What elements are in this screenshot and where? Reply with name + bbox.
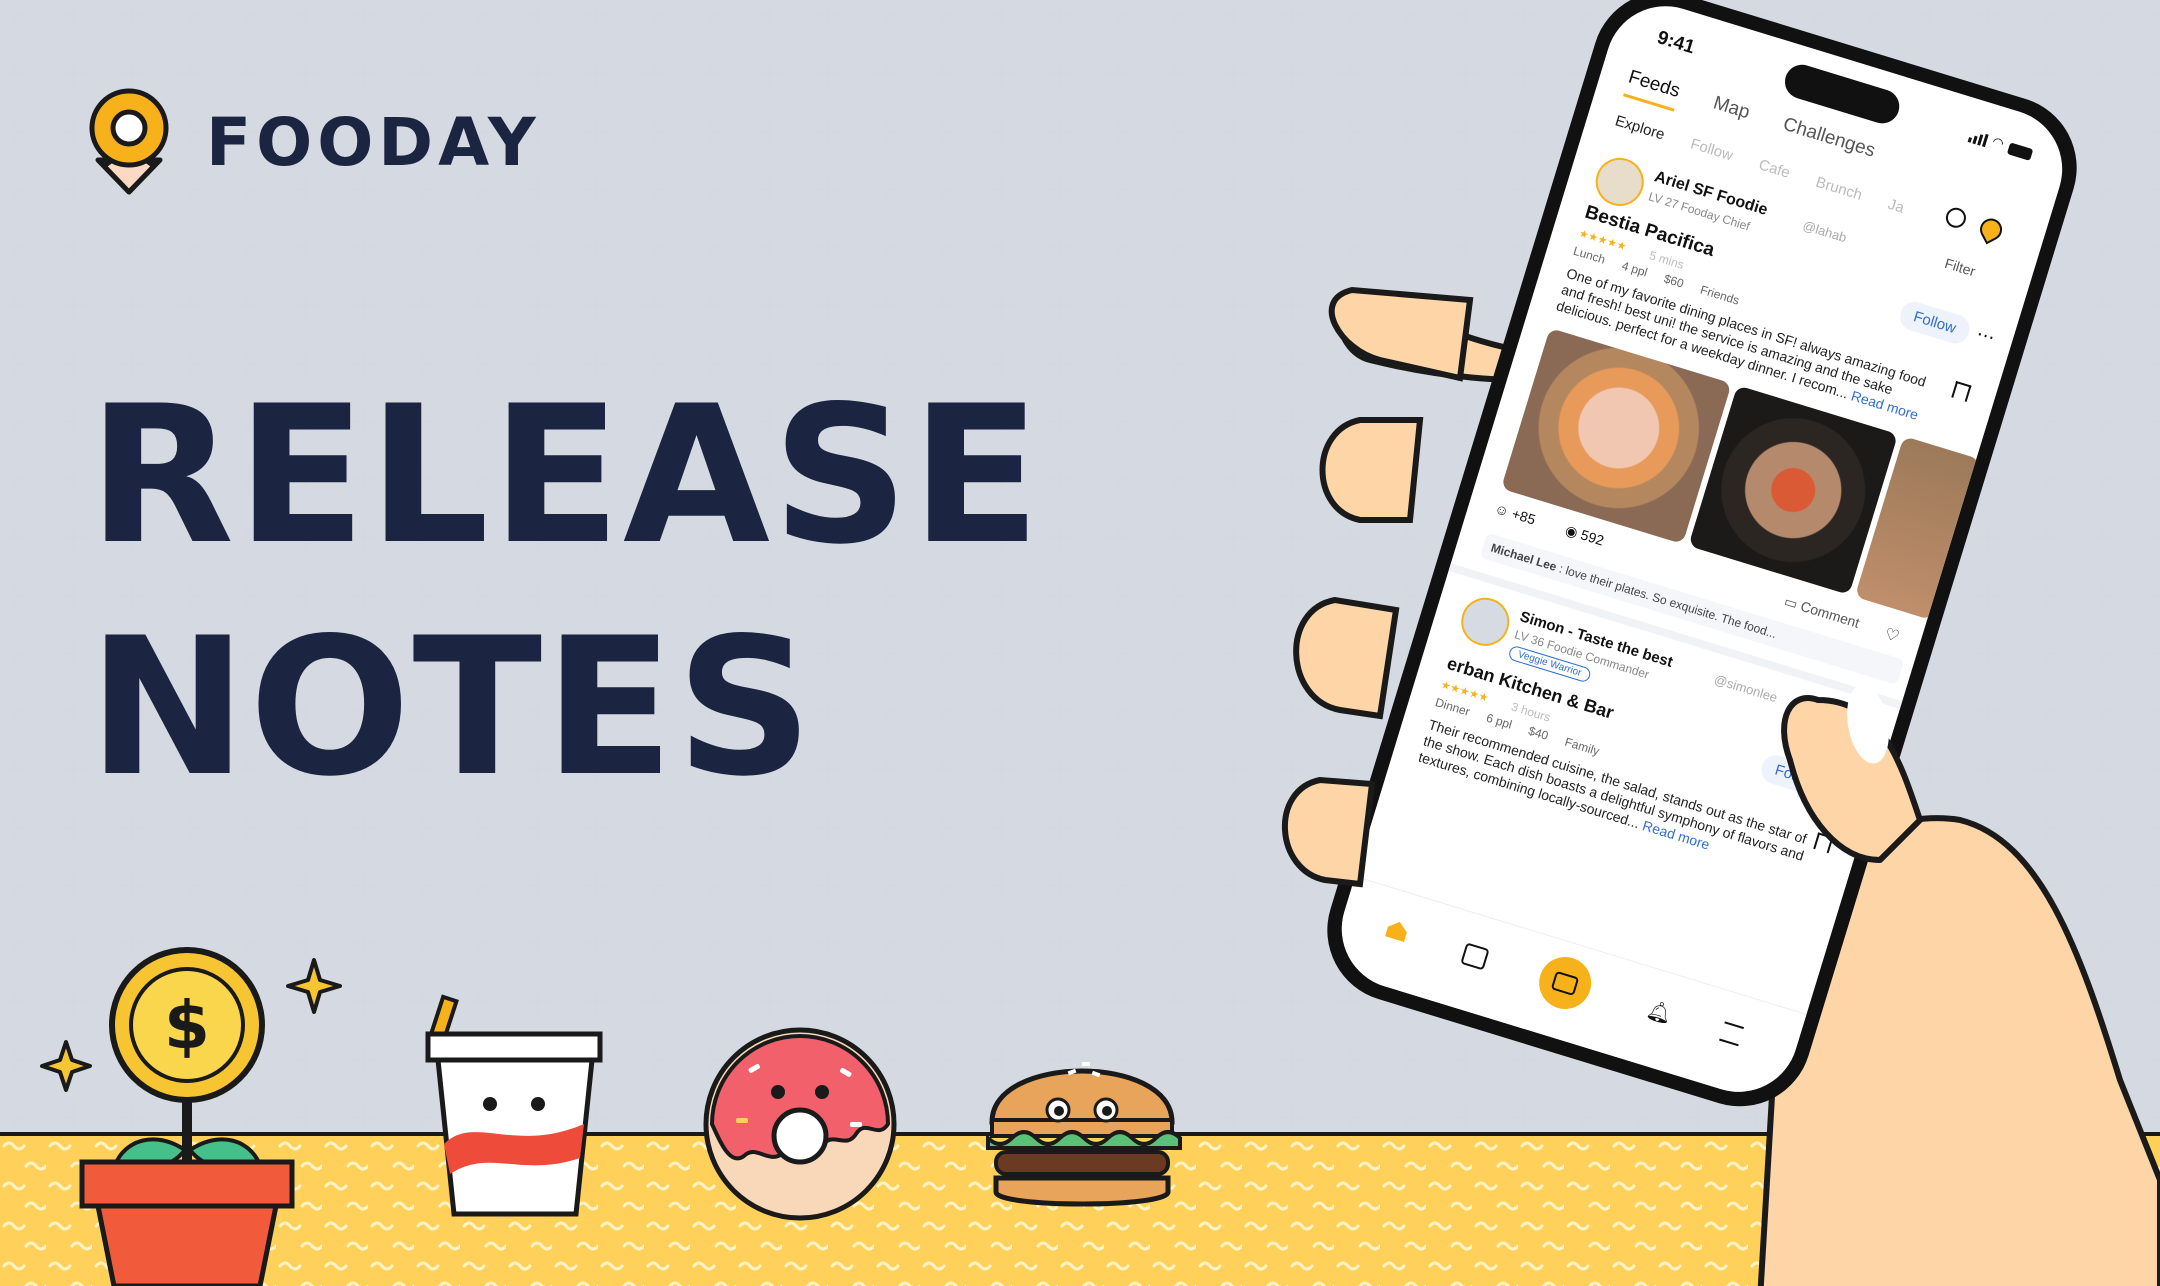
reaction-icon[interactable]: ☺ — [1493, 500, 1511, 519]
nav-menu-icon[interactable] — [1719, 1021, 1745, 1047]
nav-bell-icon[interactable]: 🔔︎ — [1644, 997, 1676, 1028]
subtab-explore[interactable]: Explore — [1613, 112, 1667, 143]
subtab-cafe[interactable]: Cafe — [1757, 156, 1792, 182]
filter-button[interactable]: Filter — [1943, 255, 1977, 279]
tab-feeds[interactable]: Feeds — [1622, 66, 1683, 112]
eye-icon: ◉ — [1563, 521, 1580, 541]
post1-comment-author[interactable]: Michael Lee — [1489, 541, 1558, 574]
post2-party: 6 ppl — [1484, 710, 1514, 732]
subtab-follow[interactable]: Follow — [1688, 135, 1734, 164]
post1-follow-button[interactable]: Follow — [1896, 298, 1974, 347]
post1-meal: Lunch — [1571, 243, 1608, 267]
post2-more-icon[interactable]: ⋯ — [1835, 777, 1859, 802]
subtab-brunch[interactable]: Brunch — [1814, 174, 1864, 204]
wifi-icon: ◠ — [1990, 133, 2006, 152]
phone-rotator: 9:41 ◠ Feeds Map Challenges Explore Foll… — [1309, 0, 2095, 1125]
status-time: 9:41 — [1654, 27, 1698, 59]
status-icons: ◠ — [1967, 126, 2034, 161]
nav-home-icon[interactable] — [1385, 919, 1409, 942]
post1-views: ◉ 592 — [1563, 521, 1606, 550]
subtab-ja[interactable]: Ja — [1886, 196, 1906, 217]
post1-avatar[interactable] — [1589, 151, 1650, 212]
search-icon[interactable] — [1943, 205, 1969, 231]
post1-views-count: 592 — [1578, 526, 1606, 549]
post1-likes: ☺ +85 — [1493, 500, 1538, 528]
comment-icon: ▭ — [1782, 592, 1800, 612]
post1-price: $60 — [1662, 271, 1686, 291]
post1-more-icon[interactable]: ⋯ — [1974, 323, 1997, 348]
post2-company: Family — [1563, 734, 1602, 759]
tab-map[interactable]: Map — [1708, 92, 1752, 132]
post1-company: Friends — [1698, 282, 1741, 308]
post2-body: Their recommended cuisine, the salad, st… — [1416, 716, 1809, 864]
location-pin-icon[interactable] — [1976, 214, 2006, 245]
post1-party: 4 ppl — [1620, 258, 1650, 280]
post2-follow-button[interactable]: Follow — [1757, 751, 1835, 801]
post2-text: Their recommended cuisine, the salad, st… — [1416, 716, 1813, 882]
nav-camera-button[interactable] — [1532, 950, 1598, 1016]
banner: FOODAY RELEASE NOTES $ 9:41 ◠ Feeds Map … — [0, 0, 2160, 1286]
bookmark-icon[interactable] — [1951, 380, 1972, 402]
nav-gallery-icon[interactable] — [1460, 942, 1490, 971]
post2-handle: @simonlee — [1712, 671, 1780, 706]
post1-likes-count: +85 — [1510, 505, 1538, 528]
post2-price: $40 — [1526, 723, 1551, 743]
post2-avatar[interactable] — [1455, 591, 1516, 652]
signal-icon — [1967, 129, 1989, 148]
heart-icon[interactable]: ♡ — [1882, 624, 1902, 647]
camera-icon — [1550, 970, 1580, 996]
post2-bookmark-icon[interactable] — [1813, 832, 1834, 854]
post1-handle: @lahab — [1800, 217, 1849, 246]
phone-mockup: 9:41 ◠ Feeds Map Challenges Explore Foll… — [0, 0, 2160, 1286]
tab-challenges[interactable]: Challenges — [1778, 114, 1878, 171]
battery-icon — [2006, 142, 2034, 161]
post1-comment-label: Comment — [1798, 597, 1862, 631]
